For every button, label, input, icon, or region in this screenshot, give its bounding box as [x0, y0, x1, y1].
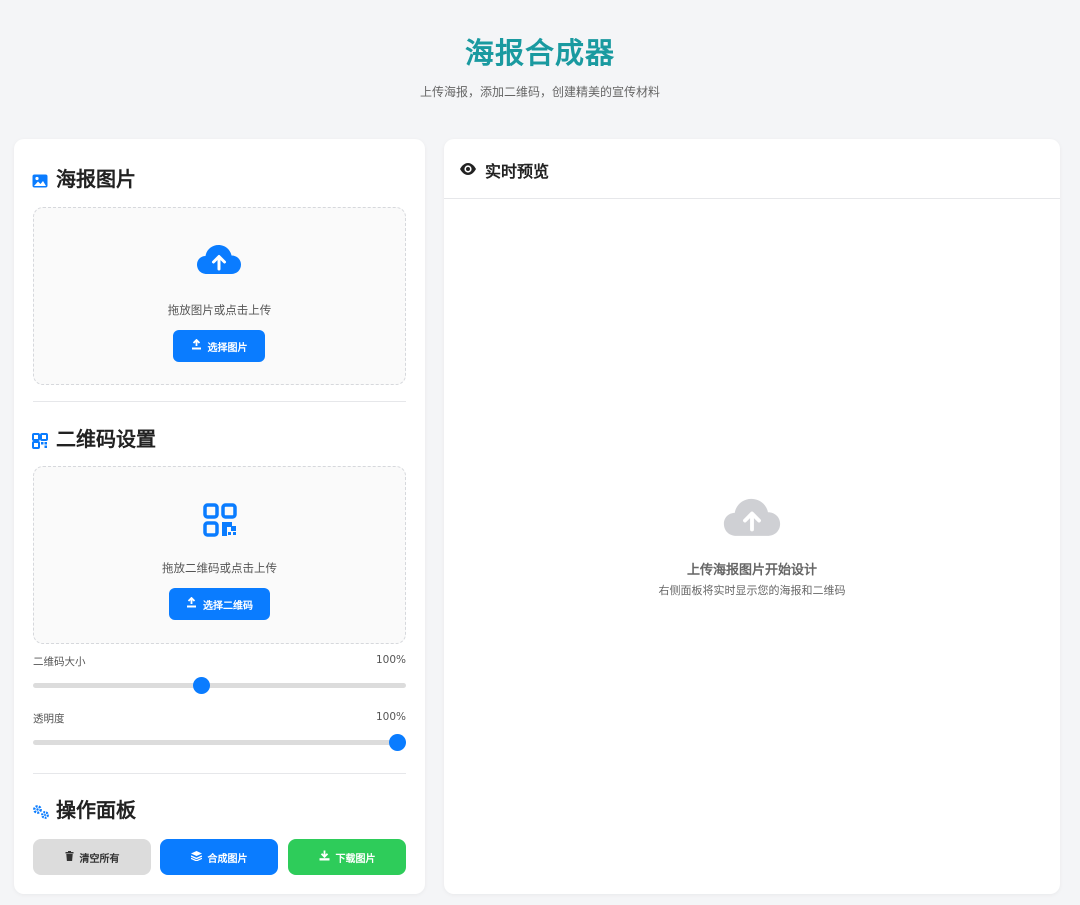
poster-dropzone-text: 拖放图片或点击上传 — [167, 303, 272, 317]
opacity-value: 100% — [375, 711, 406, 723]
download-image-button[interactable]: 下载图片 — [288, 839, 406, 875]
page-title: 海报合成器 — [464, 36, 615, 70]
select-image-button[interactable]: 选择图片 — [173, 330, 265, 362]
preview-header: 实时预览 — [444, 139, 1060, 199]
upload-icon — [186, 596, 197, 611]
qr-section-label: 二维码设置 — [56, 427, 156, 451]
poster-section-title: 海报图片 — [32, 163, 136, 192]
actions-section-title: 操作面板 — [32, 794, 136, 823]
opacity-label: 透明度 — [33, 713, 65, 725]
actions-section-label: 操作面板 — [56, 798, 136, 822]
cogs-icon — [32, 801, 49, 819]
download-icon — [319, 850, 330, 864]
qrcode-icon — [32, 430, 48, 449]
select-qrcode-label: 选择二维码 — [203, 600, 253, 612]
select-qrcode-button[interactable]: 选择二维码 — [169, 588, 270, 620]
download-image-label: 下载图片 — [335, 853, 376, 865]
qr-size-slider[interactable] — [33, 677, 406, 694]
clear-all-button[interactable]: 清空所有 — [33, 839, 151, 875]
cloud-upload-icon — [195, 242, 243, 278]
opacity-slider-thumb[interactable] — [389, 734, 406, 751]
trash-icon — [65, 850, 74, 864]
divider — [33, 401, 406, 402]
preview-title-label: 实时预览 — [485, 162, 550, 181]
qr-size-label: 二维码大小 — [33, 656, 86, 668]
poster-dropzone[interactable]: 拖放图片或点击上传 选择图片 — [33, 207, 406, 385]
page-subtitle: 上传海报，添加二维码，创建精美的宣传材料 — [419, 85, 660, 99]
qr-section-title: 二维码设置 — [32, 423, 156, 452]
qr-size-slider-thumb[interactable] — [193, 677, 211, 694]
clear-all-label: 清空所有 — [79, 853, 120, 865]
compose-image-button[interactable]: 合成图片 — [160, 839, 278, 875]
poster-section-label: 海报图片 — [56, 167, 136, 191]
eye-icon — [459, 161, 477, 180]
layers-icon — [190, 850, 202, 864]
preview-title: 实时预览 — [459, 158, 549, 182]
settings-panel: 海报图片 拖放图片或点击上传 选择图片 二维码设置 拖放二维码或点击上传 选择二… — [14, 139, 425, 894]
preview-panel: 实时预览 上传海报图片开始设计 右侧面板将实时显示您的海报和二维码 — [444, 139, 1060, 894]
opacity-slider[interactable] — [33, 734, 406, 751]
preview-placeholder-subtitle: 右侧面板将实时显示您的海报和二维码 — [658, 584, 846, 597]
select-image-label: 选择图片 — [207, 342, 248, 354]
cloud-upload-icon — [721, 495, 783, 541]
qrcode-icon — [203, 503, 237, 537]
qr-dropzone-text: 拖放二维码或点击上传 — [162, 561, 277, 575]
upload-icon — [191, 338, 202, 353]
image-icon — [32, 170, 48, 187]
divider — [33, 773, 406, 774]
preview-placeholder-title: 上传海报图片开始设计 — [686, 563, 817, 578]
qr-dropzone[interactable]: 拖放二维码或点击上传 选择二维码 — [33, 466, 406, 644]
compose-image-label: 合成图片 — [207, 853, 248, 865]
qr-size-value: 100% — [375, 654, 406, 666]
